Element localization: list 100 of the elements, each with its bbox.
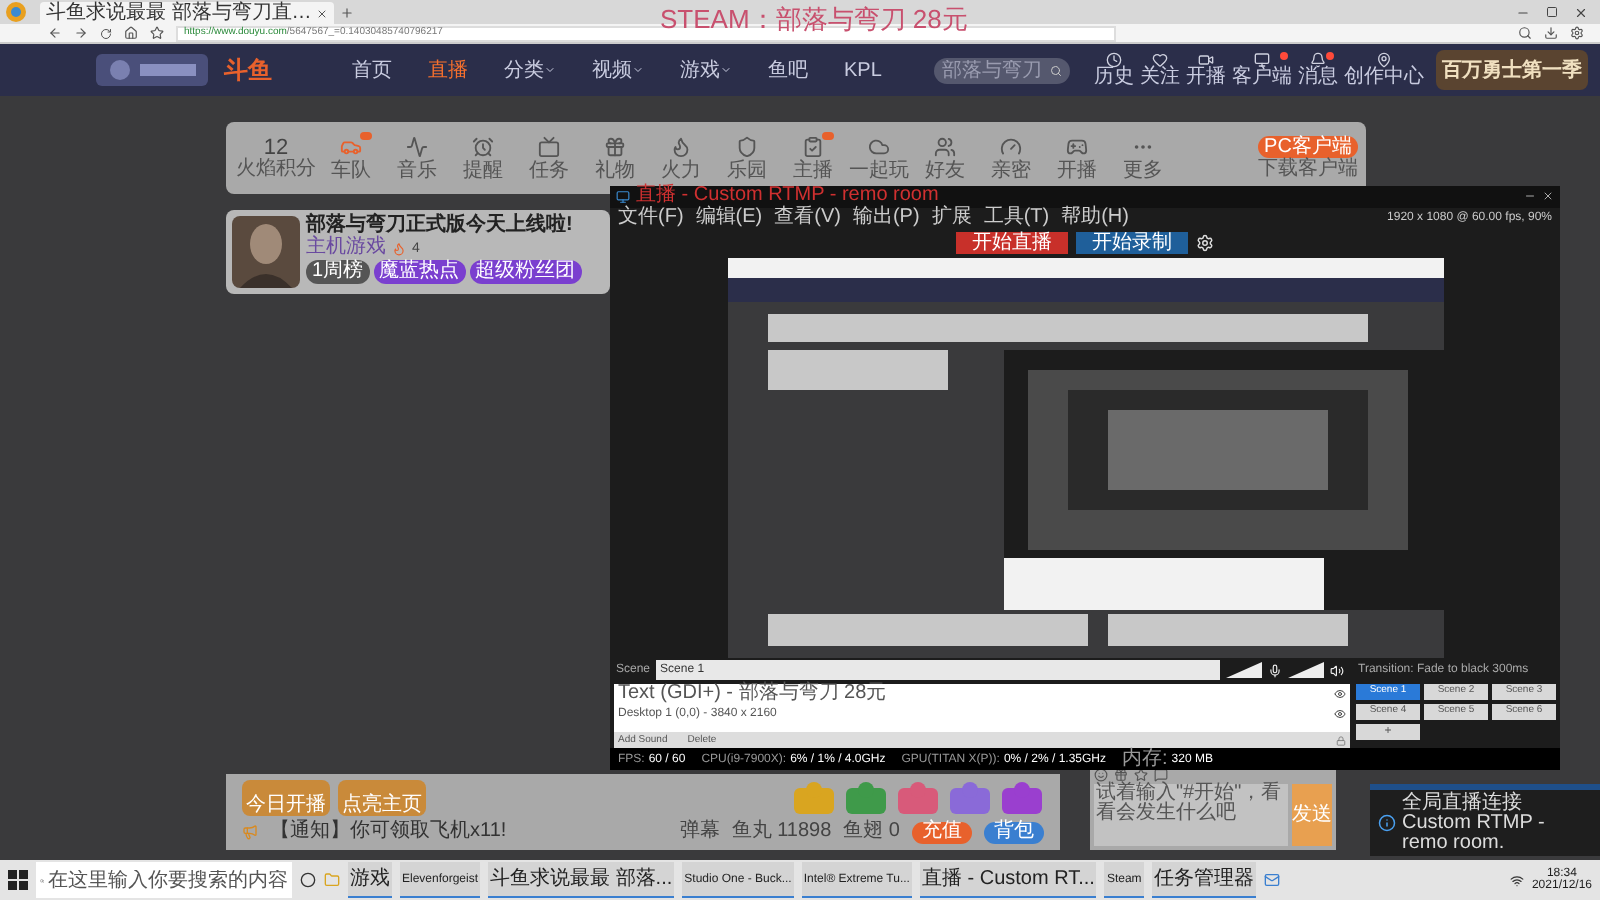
- menu-item[interactable]: 扩展: [931, 208, 972, 229]
- nav-link[interactable]: 视频: [592, 55, 632, 85]
- toolbar-item[interactable]: 好友: [912, 135, 978, 181]
- clock-icon: [1106, 52, 1122, 68]
- mail-icon[interactable]: [1263, 872, 1280, 888]
- stat-text: 鱼丸 11898: [731, 822, 832, 842]
- toolbar-item[interactable]: 提醒: [450, 135, 516, 181]
- gift-icon[interactable]: [1114, 768, 1128, 782]
- toolbar-item[interactable]: 车队: [318, 135, 384, 181]
- megaphone-icon: [242, 824, 258, 840]
- stream-button[interactable]: 开始直播: [956, 232, 1068, 255]
- menu-item[interactable]: 输出(P): [852, 208, 920, 229]
- download-icon[interactable]: [1544, 26, 1558, 40]
- toolbar-item[interactable]: 礼物: [582, 135, 648, 181]
- record-button[interactable]: 开始录制: [1076, 232, 1188, 255]
- menu-item[interactable]: 工具(T): [983, 208, 1050, 229]
- nav-link[interactable]: 鱼吧: [768, 55, 808, 85]
- close-icon[interactable]: [315, 7, 328, 19]
- app-icon: [616, 189, 630, 204]
- menu-item[interactable]: 查看(V): [774, 208, 841, 229]
- chat-input[interactable]: 试着输入"#开始"，看看会发生什么吧: [1094, 784, 1288, 846]
- nav-link[interactable]: 游戏: [680, 55, 720, 85]
- avatar: [232, 216, 300, 288]
- category-tag[interactable]: 主机游戏: [306, 238, 386, 258]
- action-button[interactable]: 背包: [984, 821, 1044, 843]
- tag-pill[interactable]: 超级粉丝团: [469, 260, 582, 284]
- toolbar-item[interactable]: 亲密: [978, 135, 1044, 181]
- browser-logo-icon: [6, 2, 26, 22]
- alarm-clock-icon: [472, 135, 494, 157]
- browser-tab[interactable]: 斗鱼求说最最 部落与弯刀直…: [40, 2, 334, 24]
- action-button[interactable]: 充值: [912, 821, 972, 843]
- notice-text: 【通知】你可领取飞机x11!: [270, 822, 507, 842]
- points-label: 火焰积分: [236, 159, 316, 179]
- close-icon[interactable]: [1542, 190, 1554, 203]
- menu-item[interactable]: 帮助(H): [1061, 208, 1129, 229]
- search-icon[interactable]: [1518, 26, 1532, 40]
- mic-icon[interactable]: [1268, 663, 1283, 678]
- bell-icon: [1310, 52, 1326, 68]
- windows-start-icon[interactable]: [8, 870, 28, 890]
- site-logo[interactable]: 斗鱼: [224, 52, 272, 88]
- notification-toast[interactable]: 全局直播连接 Custom RTMP - remo room.: [1370, 784, 1600, 856]
- nav-link[interactable]: 分类: [504, 55, 544, 85]
- flame-icon: [670, 135, 692, 157]
- header-action[interactable]: 关注: [1140, 52, 1180, 88]
- taskbar-app[interactable]: 任务管理器: [1151, 862, 1256, 898]
- settings-icon[interactable]: [1570, 26, 1584, 40]
- caret-icon[interactable]: [632, 64, 644, 76]
- star-icon[interactable]: [1134, 768, 1148, 782]
- client-note: 下载客户端: [1258, 160, 1358, 180]
- back-icon[interactable]: [48, 26, 62, 40]
- forward-icon[interactable]: [74, 26, 88, 40]
- flame-icon: [392, 241, 406, 255]
- stat-text: 弹幕: [679, 822, 720, 842]
- heart-icon: [1152, 52, 1168, 68]
- header-action[interactable]: 消息: [1298, 52, 1338, 88]
- caret-icon[interactable]: [544, 64, 556, 76]
- lock-icon[interactable]: [1336, 735, 1346, 746]
- wifi-icon[interactable]: [1509, 873, 1524, 887]
- taskbar-app[interactable]: 游戏: [348, 862, 392, 898]
- nav-link[interactable]: 首页: [352, 55, 392, 85]
- toolbar-item[interactable]: 主播: [780, 135, 846, 181]
- eye-icon[interactable]: [1334, 687, 1346, 700]
- client-button[interactable]: PC客户端: [1258, 136, 1358, 158]
- smile-icon[interactable]: [1094, 768, 1108, 782]
- gift-icon: [604, 135, 626, 157]
- home-icon[interactable]: [124, 26, 138, 40]
- caret-icon[interactable]: [720, 64, 732, 76]
- clipboard-icon: [802, 135, 824, 157]
- speaker-icon[interactable]: [1330, 663, 1345, 678]
- toolbar-item[interactable]: 更多: [1110, 135, 1176, 181]
- header-action[interactable]: 创作中心: [1344, 52, 1424, 88]
- pin-icon: [1376, 52, 1392, 68]
- maximize-icon[interactable]: [1546, 6, 1558, 18]
- tag-pill[interactable]: 1周榜: [306, 260, 370, 284]
- event-banner[interactable]: 百万勇士第一季: [1436, 50, 1588, 90]
- shield-icon: [736, 135, 758, 157]
- taskbar-app[interactable]: 直播 - Custom RT...: [919, 862, 1097, 898]
- toolbar-item[interactable]: 乐园: [714, 135, 780, 181]
- header-action[interactable]: 开播: [1186, 52, 1226, 88]
- reload-icon[interactable]: [100, 27, 112, 39]
- gamepad-icon: [1066, 135, 1088, 157]
- toolbar-item[interactable]: 一起玩: [846, 135, 912, 181]
- menu-item[interactable]: 文件(F): [618, 208, 684, 229]
- taskbar-app[interactable]: 斗鱼求说最最 部落...: [488, 862, 675, 898]
- source-row[interactable]: Text (GDI+) - 部落与弯刀 28元: [614, 683, 1350, 704]
- header-action[interactable]: 客户端: [1232, 52, 1292, 88]
- star-icon[interactable]: [150, 26, 164, 40]
- tag-pill[interactable]: 魔蓝热点: [373, 260, 466, 284]
- toolbar-item[interactable]: 音乐: [384, 135, 450, 181]
- close-icon[interactable]: [1574, 5, 1588, 19]
- nav-link[interactable]: KPL: [844, 55, 882, 85]
- eye-icon[interactable]: [1334, 707, 1346, 720]
- pulse-icon: [406, 135, 428, 157]
- toolbar-item[interactable]: 任务: [516, 135, 582, 181]
- menu-item[interactable]: 编辑(E): [695, 208, 763, 229]
- toolbar-item[interactable]: 开播: [1044, 135, 1110, 181]
- minimize-icon[interactable]: [1524, 190, 1536, 203]
- nav-link[interactable]: 直播: [428, 55, 468, 85]
- toolbar-item[interactable]: 火力: [648, 135, 714, 181]
- header-action[interactable]: 历史: [1094, 52, 1134, 88]
